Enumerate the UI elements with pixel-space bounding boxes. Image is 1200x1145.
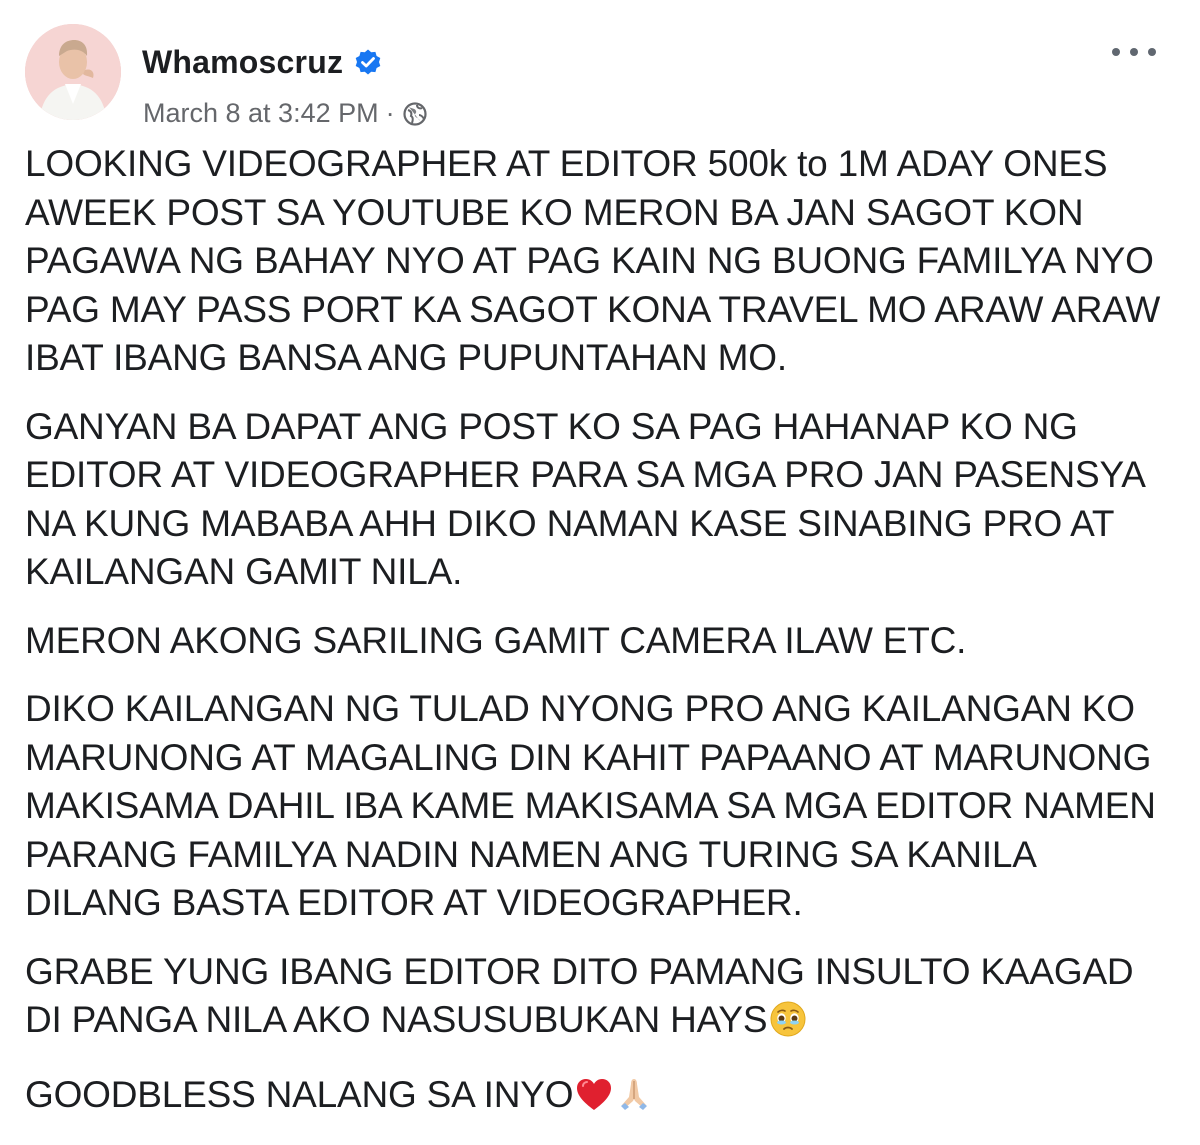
- author-name[interactable]: Whamoscruz: [142, 44, 343, 81]
- avatar[interactable]: [25, 24, 121, 120]
- meta-separator: ·: [385, 98, 395, 128]
- post-header: Whamoscruz March 8 at 3:42 PM ·: [22, 22, 1200, 128]
- post-paragraph: GANYAN BA DAPAT ANG POST KO SA PAG HAHAN…: [25, 405, 1144, 593]
- post-paragraph: LOOKING VIDEOGRAPHER AT EDITOR 500k to 1…: [25, 143, 1161, 378]
- post-paragraph: DIKO KAILANGAN NG TULAD NYONG PRO ANG KA…: [25, 688, 1156, 923]
- more-options-button[interactable]: [1108, 36, 1160, 68]
- post-meta: March 8 at 3:42 PM ·: [143, 98, 428, 129]
- post-timestamp[interactable]: March 8 at 3:42 PM: [143, 98, 379, 129]
- facebook-post: Whamoscruz March 8 at 3:42 PM · LOOKING …: [0, 0, 1200, 1115]
- avatar-portrait-icon: [25, 24, 121, 120]
- post-paragraph-text: GRABE YUNG IBANG EDITOR DITO PAMANG INSU…: [25, 950, 1134, 1041]
- red-heart-emoji: [575, 1077, 613, 1126]
- more-options-icon: [1112, 40, 1156, 64]
- globe-icon[interactable]: [402, 101, 428, 127]
- teary-face-emoji: [769, 1000, 807, 1051]
- post-paragraph-with-emoji: GOODBLESS NALANG SA INYO: [25, 1071, 1175, 1126]
- post-paragraph-text: GOODBLESS NALANG SA INYO: [25, 1073, 574, 1115]
- post-paragraph-with-emoji: GRABE YUNG IBANG EDITOR DITO PAMANG INSU…: [25, 948, 1175, 1051]
- post-body: LOOKING VIDEOGRAPHER AT EDITOR 500k to 1…: [25, 140, 1175, 1145]
- post-paragraph: MERON AKONG SARILING GAMIT CAMERA ILAW E…: [25, 619, 967, 661]
- author-row: Whamoscruz: [142, 44, 383, 81]
- folded-hands-emoji: [615, 1075, 653, 1126]
- verified-badge-icon: [353, 48, 383, 78]
